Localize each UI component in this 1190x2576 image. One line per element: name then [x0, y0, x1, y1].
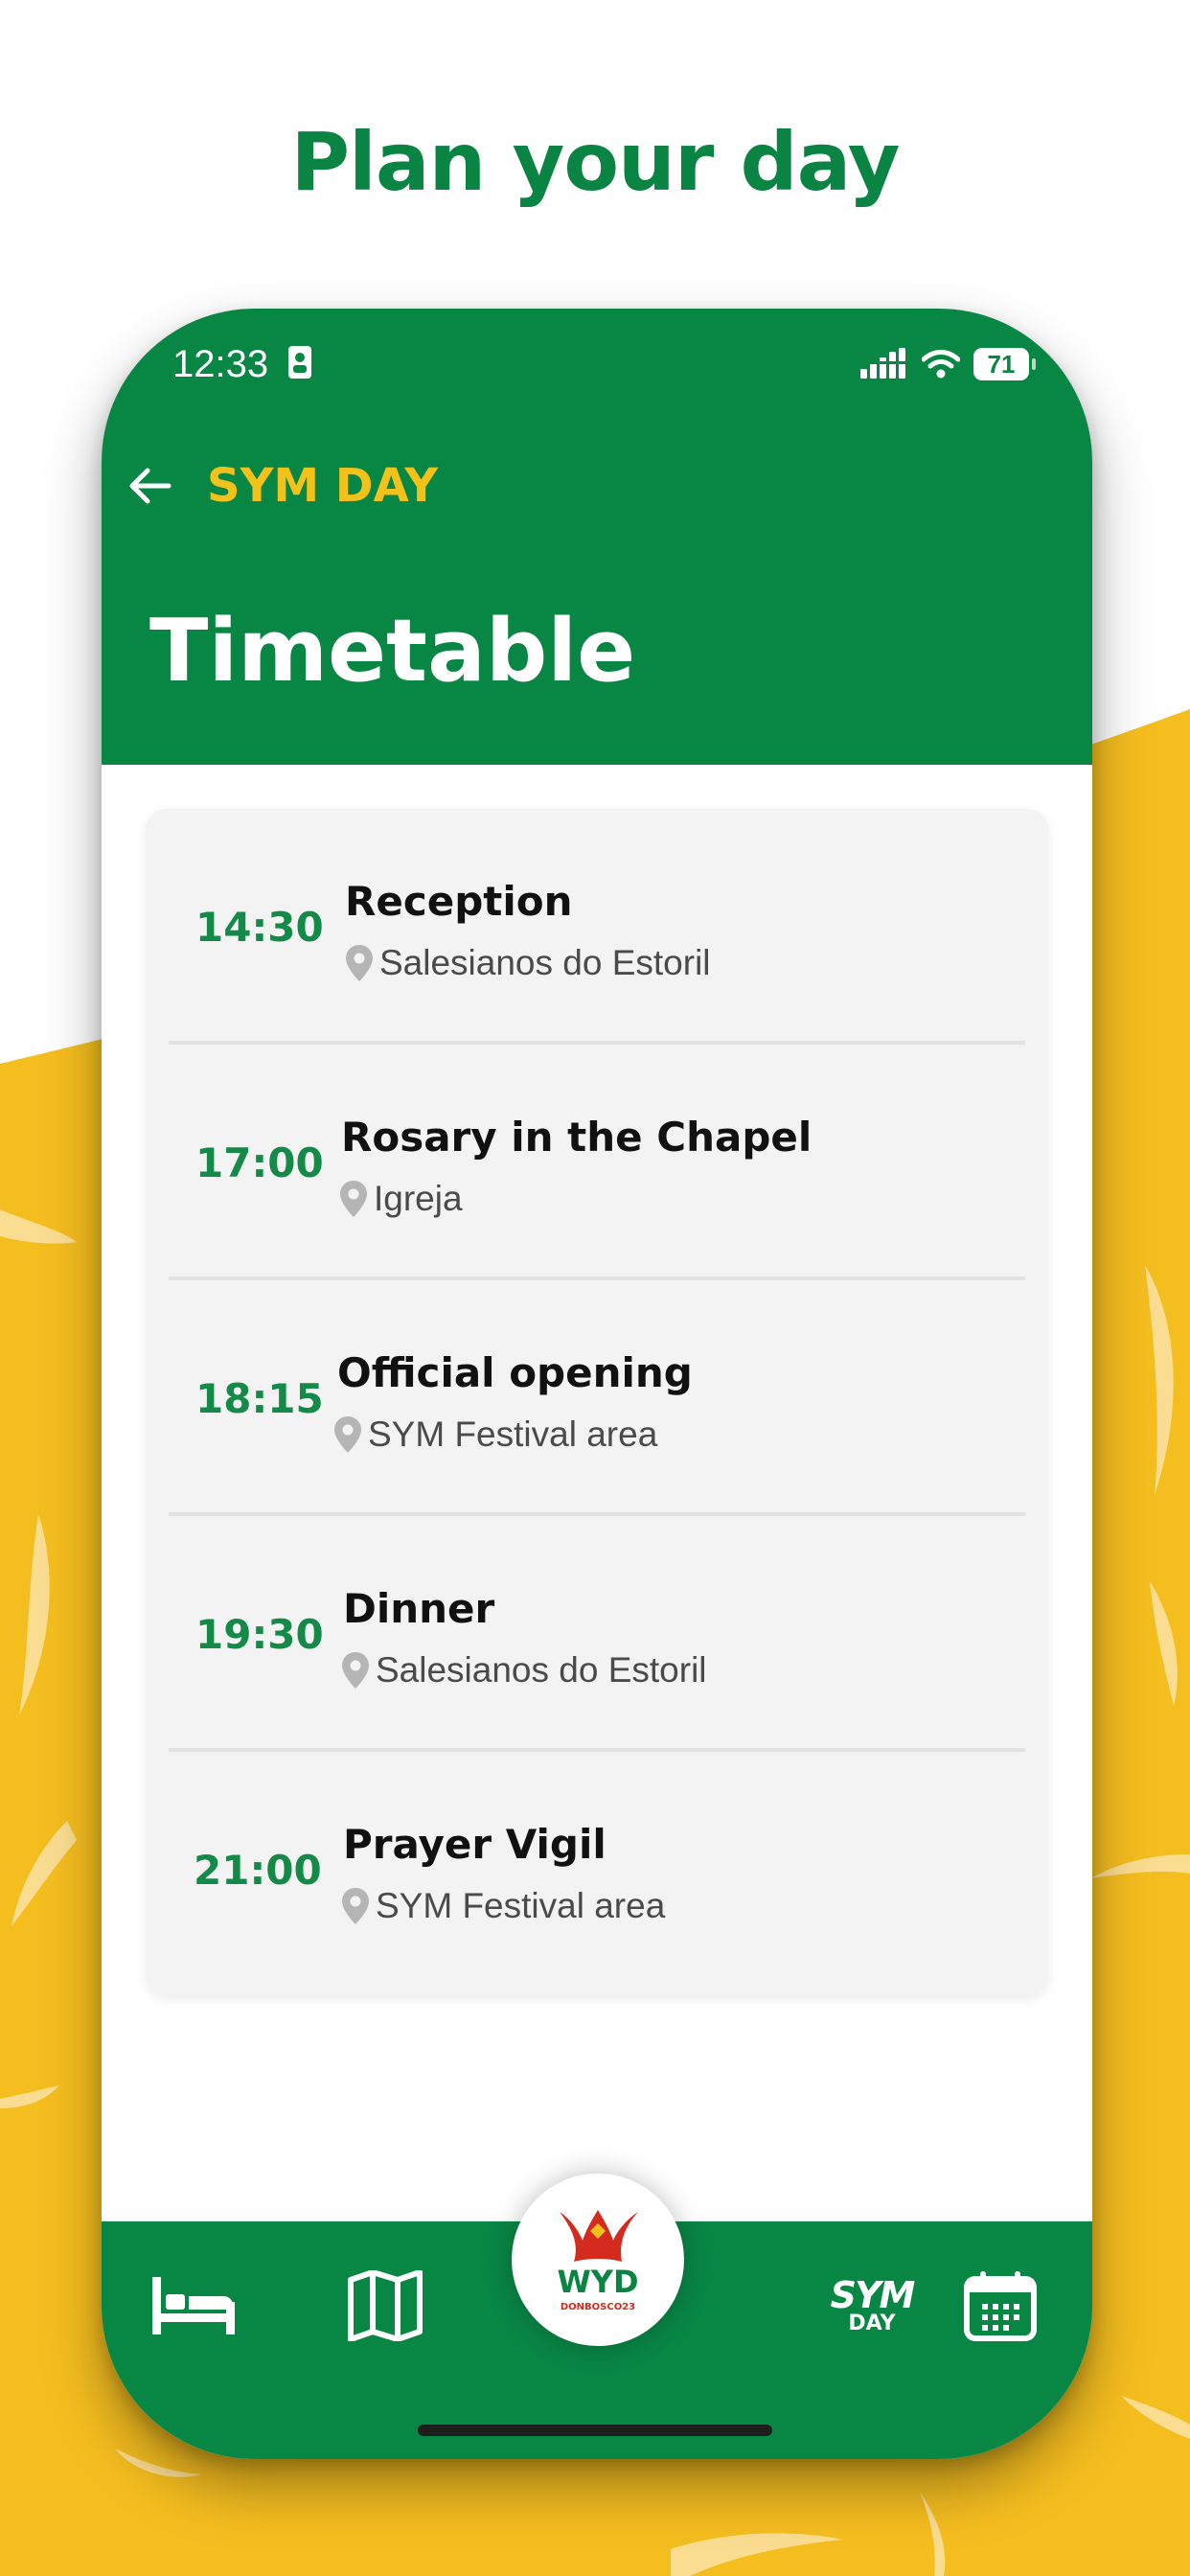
battery-icon: 71 [973, 348, 1036, 380]
tab-wyd-home[interactable]: WYD DONBOSCO23 [512, 2174, 684, 2346]
event-name: Official opening [337, 1349, 693, 1396]
location-pin-icon [340, 1181, 367, 1217]
timetable-row[interactable]: 17:00 Rosary in the Chapel Igreja [146, 1045, 1048, 1280]
nav-bar: SYM DAY [121, 452, 438, 519]
tab-sym-day[interactable]: SYM DAY [814, 2258, 929, 2354]
event-name: Prayer Vigil [343, 1821, 606, 1868]
event-name: Dinner [343, 1585, 495, 1632]
tab-calendar[interactable] [952, 2258, 1048, 2354]
event-time: 19:30 [195, 1610, 324, 1658]
event-location-label: Igreja [374, 1179, 463, 1218]
wyd-logo: WYD DONBOSCO23 [557, 2210, 639, 2312]
wyd-logo-sub: DONBOSCO23 [561, 2302, 635, 2312]
calendar-icon [964, 2271, 1037, 2341]
event-name: Rosary in the Chapel [341, 1114, 812, 1161]
timetable-card: 14:30 Reception Salesianos do Estoril 17… [146, 809, 1048, 1995]
event-time: 17:00 [195, 1138, 324, 1186]
battery-level: 71 [987, 349, 1016, 379]
phone-frame: 12:33 71 SYM DAY Timetable 14:30 Recepti… [102, 309, 1092, 2459]
app-header: 12:33 71 SYM DAY Timetable [102, 309, 1092, 765]
timetable-row[interactable]: 21:00 Prayer Vigil SYM Festival area [146, 1752, 1048, 1988]
event-location: SYM Festival area [341, 1886, 665, 1926]
sym-day-logo: SYM DAY [830, 2274, 916, 2335]
wifi-icon [922, 350, 960, 379]
event-time: 14:30 [195, 903, 324, 951]
contact-card-icon [288, 346, 311, 379]
back-arrow-icon [129, 468, 172, 504]
location-pin-icon [334, 1416, 361, 1453]
event-location: Igreja [339, 1179, 463, 1219]
location-pin-icon [346, 945, 373, 981]
sym-logo-bottom: DAY [848, 2312, 896, 2335]
event-location-label: Salesianos do Estoril [379, 943, 711, 982]
event-name: Reception [345, 878, 573, 925]
event-location-label: SYM Festival area [376, 1886, 666, 1925]
bed-icon [152, 2277, 235, 2334]
promo-headline: Plan your day [290, 115, 900, 209]
wyd-logo-text: WYD [557, 2264, 638, 2300]
event-location: Salesianos do Estoril [341, 1650, 707, 1690]
event-location: Salesianos do Estoril [345, 943, 711, 983]
home-indicator[interactable] [418, 2425, 772, 2436]
timetable-row[interactable]: 14:30 Reception Salesianos do Estoril [146, 809, 1048, 1045]
nav-title: SYM DAY [207, 459, 438, 513]
location-pin-icon [342, 1652, 369, 1689]
cellular-signal-icon [860, 348, 905, 379]
event-time: 18:15 [195, 1374, 324, 1422]
event-location-label: SYM Festival area [368, 1414, 658, 1454]
status-indicators: 71 [860, 345, 1036, 383]
event-location: SYM Festival area [333, 1414, 657, 1455]
status-time: 12:33 [172, 343, 269, 385]
event-time: 21:00 [194, 1846, 322, 1894]
page-title: Timetable [149, 601, 636, 702]
sym-logo-top: SYM [830, 2274, 916, 2316]
event-location-label: Salesianos do Estoril [376, 1650, 707, 1690]
tab-accommodation[interactable] [146, 2258, 241, 2354]
timetable-row[interactable]: 19:30 Dinner Salesianos do Estoril [146, 1516, 1048, 1752]
tab-map[interactable] [337, 2258, 433, 2354]
map-icon [348, 2270, 423, 2341]
location-pin-icon [342, 1888, 369, 1924]
back-button[interactable] [121, 457, 178, 515]
timetable-row[interactable]: 18:15 Official opening SYM Festival area [146, 1280, 1048, 1516]
